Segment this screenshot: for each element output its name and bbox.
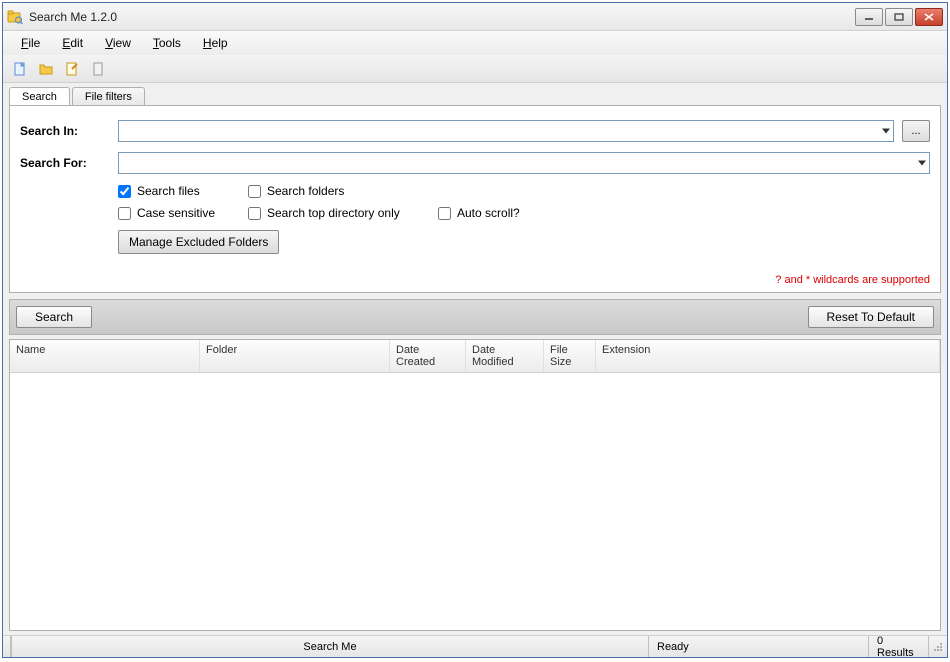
- page-icon[interactable]: [87, 58, 109, 80]
- results-header: Name Folder Date Created Date Modified F…: [10, 340, 940, 373]
- menubar: File Edit View Tools Help: [3, 31, 947, 55]
- new-file-icon[interactable]: [9, 58, 31, 80]
- search-button[interactable]: Search: [16, 306, 92, 328]
- col-file-size[interactable]: File Size: [544, 340, 596, 372]
- status-state: Ready: [649, 636, 869, 657]
- chevron-down-icon: [882, 129, 890, 134]
- browse-button[interactable]: ...: [902, 120, 930, 142]
- menu-edit[interactable]: Edit: [52, 33, 93, 53]
- check-case-sensitive[interactable]: Case sensitive: [118, 206, 238, 220]
- reset-button[interactable]: Reset To Default: [808, 306, 935, 328]
- status-app: Search Me: [11, 636, 649, 657]
- col-name[interactable]: Name: [10, 340, 200, 372]
- chevron-down-icon: [918, 161, 926, 166]
- search-for-combo[interactable]: [118, 152, 930, 174]
- search-panel: Search In: ... Search For: Search files …: [9, 105, 941, 293]
- edit-icon[interactable]: [61, 58, 83, 80]
- app-icon: [7, 9, 23, 25]
- window-title: Search Me 1.2.0: [29, 10, 855, 24]
- toolbar: [3, 55, 947, 83]
- checkbox-search-files[interactable]: [118, 185, 131, 198]
- check-top-only[interactable]: Search top directory only: [248, 206, 428, 220]
- action-bar: Search Reset To Default: [9, 299, 941, 335]
- app-window: Search Me 1.2.0 File Edit View Tools Hel…: [2, 2, 948, 658]
- results-body[interactable]: [10, 373, 940, 630]
- col-extension[interactable]: Extension: [596, 340, 940, 372]
- search-for-label: Search For:: [20, 156, 110, 170]
- wildcard-hint: ? and * wildcards are supported: [20, 274, 930, 286]
- checkbox-case-sensitive[interactable]: [118, 207, 131, 220]
- menu-help[interactable]: Help: [193, 33, 238, 53]
- col-date-created[interactable]: Date Created: [390, 340, 466, 372]
- search-in-label: Search In:: [20, 124, 110, 138]
- results-list: Name Folder Date Created Date Modified F…: [9, 339, 941, 631]
- menu-file[interactable]: File: [11, 33, 50, 53]
- resize-grip-icon[interactable]: [929, 636, 947, 657]
- col-date-modified[interactable]: Date Modified: [466, 340, 544, 372]
- window-controls: [855, 8, 943, 26]
- titlebar[interactable]: Search Me 1.2.0: [3, 3, 947, 31]
- close-button[interactable]: [915, 8, 943, 26]
- tab-search[interactable]: Search: [9, 87, 70, 105]
- check-search-folders[interactable]: Search folders: [248, 184, 428, 198]
- checkbox-top-only[interactable]: [248, 207, 261, 220]
- manage-excluded-button[interactable]: Manage Excluded Folders: [118, 230, 279, 254]
- menu-tools[interactable]: Tools: [143, 33, 191, 53]
- status-results: 0 Results: [869, 636, 929, 657]
- statusbar: Search Me Ready 0 Results: [3, 635, 947, 657]
- options-grid: Search files Search folders Case sensiti…: [118, 184, 930, 220]
- search-in-combo[interactable]: [118, 120, 894, 142]
- checkbox-auto-scroll[interactable]: [438, 207, 451, 220]
- menu-view[interactable]: View: [95, 33, 141, 53]
- status-lead: [3, 636, 11, 657]
- col-folder[interactable]: Folder: [200, 340, 390, 372]
- check-auto-scroll[interactable]: Auto scroll?: [438, 206, 578, 220]
- checkbox-search-folders[interactable]: [248, 185, 261, 198]
- tab-file-filters[interactable]: File filters: [72, 87, 145, 105]
- maximize-button[interactable]: [885, 8, 913, 26]
- open-folder-icon[interactable]: [35, 58, 57, 80]
- minimize-button[interactable]: [855, 8, 883, 26]
- check-search-files[interactable]: Search files: [118, 184, 238, 198]
- tabs: Search File filters: [3, 83, 947, 105]
